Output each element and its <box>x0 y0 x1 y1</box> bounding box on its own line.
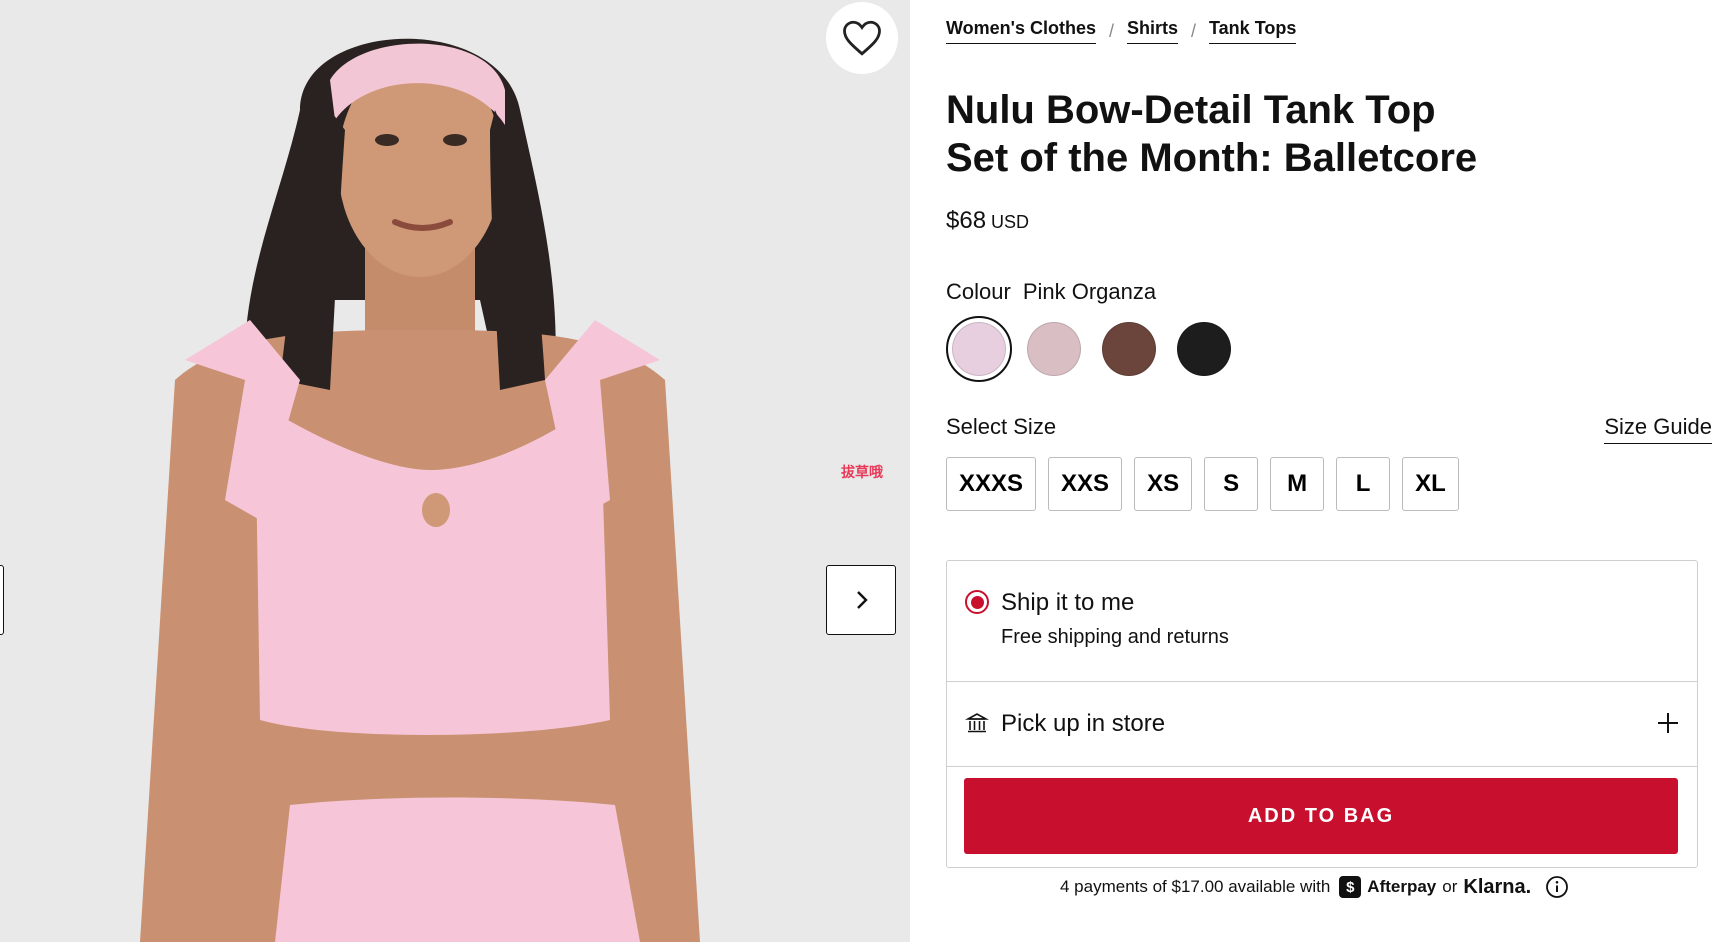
wishlist-button[interactable] <box>826 2 898 74</box>
installments-text: 4 payments of $17.00 available with <box>1060 877 1331 896</box>
size-button-s[interactable]: S <box>1204 457 1259 511</box>
breadcrumb-shirts[interactable]: Shirts <box>1126 18 1178 44</box>
size-button-xxxs[interactable]: XXXS <box>946 457 1037 511</box>
product-title: Nulu Bow-Detail Tank Top Set of the Mont… <box>946 86 1477 182</box>
ship-option[interactable]: Ship it to me Free shipping and returns <box>947 561 1697 682</box>
heart-icon <box>843 20 881 56</box>
swatch-chip <box>1177 322 1231 376</box>
colour-swatch-3[interactable] <box>1096 316 1162 382</box>
colour-row: Colour Pink Organza <box>946 279 1156 305</box>
afterpay-logo-icon: $ <box>1339 876 1362 898</box>
colour-selected: Pink Organza <box>1022 279 1157 304</box>
size-button-xl[interactable]: XL <box>1402 457 1459 511</box>
price-amount: $68 <box>946 207 987 234</box>
info-icon[interactable] <box>1545 875 1569 899</box>
colour-swatches <box>946 316 1246 382</box>
swatch-chip <box>1027 322 1081 376</box>
afterpay-link[interactable]: Afterpay <box>1367 877 1436 897</box>
breadcrumb-separator: / <box>1191 20 1197 41</box>
breadcrumb-womens-clothes[interactable]: Women's Clothes <box>946 18 1096 44</box>
breadcrumb: Women's Clothes / Shirts / Tank Tops <box>946 18 1297 44</box>
ship-option-title: Ship it to me <box>1001 589 1135 616</box>
size-guide-link[interactable]: Size Guide <box>1604 414 1712 444</box>
colour-swatch-1[interactable] <box>946 316 1012 382</box>
size-button-xs[interactable]: XS <box>1134 457 1193 511</box>
colour-swatch-4[interactable] <box>1171 316 1237 382</box>
klarna-link[interactable]: Klarna. <box>1463 876 1531 899</box>
size-options: XXXS XXS XS S M L XL <box>946 457 1471 511</box>
swatch-chip <box>952 322 1006 376</box>
watermark-text: 拔草哦 <box>841 464 883 480</box>
product-price: $68 USD <box>946 207 1029 235</box>
add-to-bag-button[interactable]: ADD TO BAG <box>964 778 1678 854</box>
breadcrumb-separator: / <box>1108 20 1114 41</box>
next-image-button[interactable] <box>826 565 896 635</box>
product-image-gallery: 拔草哦 <box>0 0 910 942</box>
size-button-xxs[interactable]: XXS <box>1048 457 1123 511</box>
ship-radio[interactable] <box>965 590 989 614</box>
swatch-chip <box>1102 322 1156 376</box>
pickup-option-title: Pick up in store <box>1001 710 1166 737</box>
chevron-right-icon <box>857 591 868 609</box>
pickup-option[interactable]: Pick up in store <box>947 682 1697 767</box>
product-photo <box>0 0 910 942</box>
ship-option-subtitle: Free shipping and returns <box>1001 626 1229 648</box>
product-title-line2: Set of the Month: Balletcore <box>946 136 1478 180</box>
size-button-m[interactable]: M <box>1270 457 1325 511</box>
colour-swatch-2[interactable] <box>1021 316 1087 382</box>
size-button-l[interactable]: L <box>1336 457 1391 511</box>
payment-or-text: or <box>1442 877 1458 896</box>
previous-image-button[interactable] <box>0 565 4 635</box>
product-title-line1: Nulu Bow-Detail Tank Top <box>946 88 1436 132</box>
colour-label: Colour <box>946 279 1011 304</box>
select-size-label: Select Size <box>946 414 1057 439</box>
breadcrumb-tank-tops[interactable]: Tank Tops <box>1209 18 1297 44</box>
price-currency: USD <box>991 212 1030 232</box>
store-icon <box>964 711 990 740</box>
payment-installments: 4 payments of $17.00 available with $ Af… <box>1060 875 1569 899</box>
plus-icon[interactable] <box>1655 710 1681 741</box>
delivery-options: Ship it to me Free shipping and returns … <box>946 560 1698 868</box>
